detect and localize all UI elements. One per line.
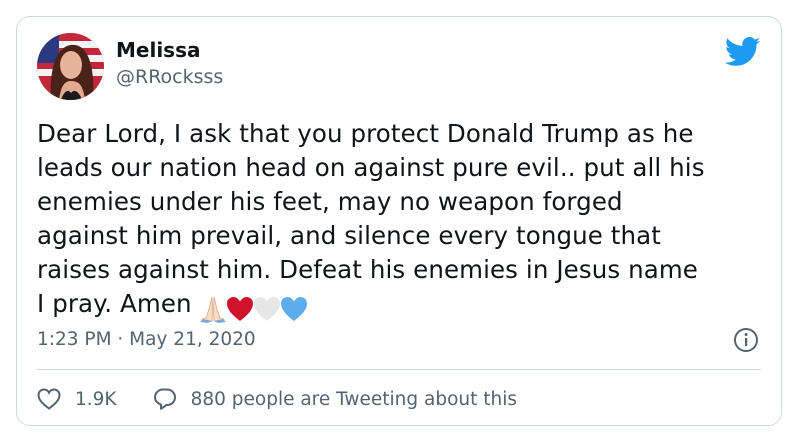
tweet-body: Dear Lord, I ask that you protect Donald… (37, 119, 705, 318)
author-handle[interactable]: @RRocksss (116, 66, 223, 88)
tweet-timestamp[interactable]: 1:23 PM · May 21, 2020 (37, 329, 256, 350)
tweet-actions: 1.9K 880 people are Tweeting about this (37, 384, 517, 414)
speech-bubble-icon (153, 388, 176, 410)
reply-button[interactable]: 880 people are Tweeting about this (153, 387, 517, 411)
red-heart-icon (226, 297, 253, 321)
heart-outline-icon (37, 388, 61, 410)
blue-heart-icon (280, 297, 307, 321)
twitter-bird-icon[interactable] (725, 37, 761, 67)
info-icon[interactable] (733, 327, 759, 353)
divider (37, 369, 761, 370)
tweet-text: Dear Lord, I ask that you protect Donald… (37, 117, 767, 325)
avatar[interactable] (37, 33, 104, 100)
emoji-group (198, 291, 307, 325)
folded-hands-icon (199, 296, 226, 323)
white-heart-icon (253, 297, 280, 321)
avatar-image (37, 33, 104, 100)
like-button[interactable]: 1.9K (37, 388, 117, 410)
tweet-card[interactable]: Melissa @RRocksss Dear Lord, I ask that … (16, 16, 782, 426)
tweeting-about-text: 880 people are Tweeting about this (190, 388, 518, 410)
like-count: 1.9K (75, 388, 117, 410)
author-name[interactable]: Melissa (116, 38, 200, 62)
